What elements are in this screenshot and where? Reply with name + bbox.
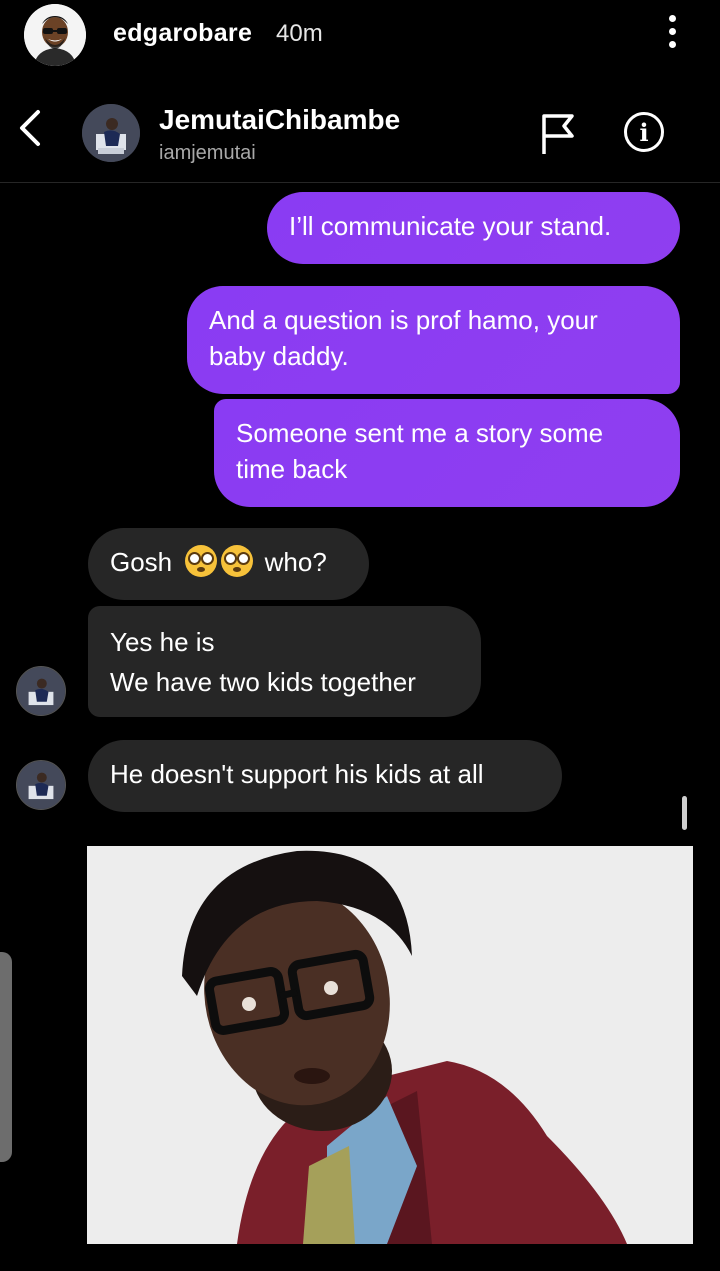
received-message[interactable]: Yes he is We have two kids together [88, 606, 481, 717]
story-avatar[interactable] [24, 4, 86, 66]
story-header: edgarobare 40m [0, 0, 720, 70]
message-text: Yes he is [110, 627, 215, 657]
flag-icon[interactable] [538, 112, 578, 156]
contact-name[interactable]: JemutaiChibambe [159, 104, 400, 136]
message-text: He doesn't support his kids at all [110, 759, 484, 789]
received-message[interactable]: Gosh who? [88, 528, 369, 600]
contact-handle: iamjemutai [159, 142, 256, 164]
message-text: baby daddy. [209, 341, 349, 371]
flushed-face-emoji [185, 545, 218, 577]
message-text: Gosh who? [110, 544, 347, 580]
message-text-part: who? [264, 547, 327, 577]
message-text: Someone sent me a story some [236, 418, 604, 448]
received-message[interactable]: He doesn't support his kids at all [88, 740, 562, 812]
sent-message[interactable]: I’ll communicate your stand. [267, 192, 680, 264]
sent-message[interactable]: Someone sent me a story some time back [214, 399, 680, 507]
sent-message[interactable]: And a question is prof hamo, your baby d… [187, 286, 680, 394]
message-text-part: Gosh [110, 547, 173, 577]
sender-avatar[interactable] [16, 760, 66, 810]
message-text: We have two kids together [110, 667, 416, 697]
message-text: time back [236, 454, 348, 484]
side-handle[interactable] [0, 952, 12, 1162]
info-icon[interactable]: i [624, 112, 664, 152]
back-icon[interactable] [14, 108, 50, 148]
flushed-face-emoji [221, 545, 254, 577]
story-timestamp: 40m [276, 20, 323, 47]
photo-man-with-glasses[interactable] [87, 846, 693, 1244]
message-text: And a question is prof hamo, your [209, 305, 598, 335]
scrollbar[interactable] [682, 796, 687, 830]
story-avatar-illustration [24, 4, 86, 66]
sender-avatar[interactable] [16, 666, 66, 716]
chat-header: JemutaiChibambe iamjemutai i [0, 90, 720, 183]
message-text: I’ll communicate your stand. [289, 211, 612, 241]
contact-avatar[interactable] [82, 104, 140, 162]
more-icon[interactable] [662, 12, 682, 52]
story-username[interactable]: edgarobare [113, 19, 252, 48]
